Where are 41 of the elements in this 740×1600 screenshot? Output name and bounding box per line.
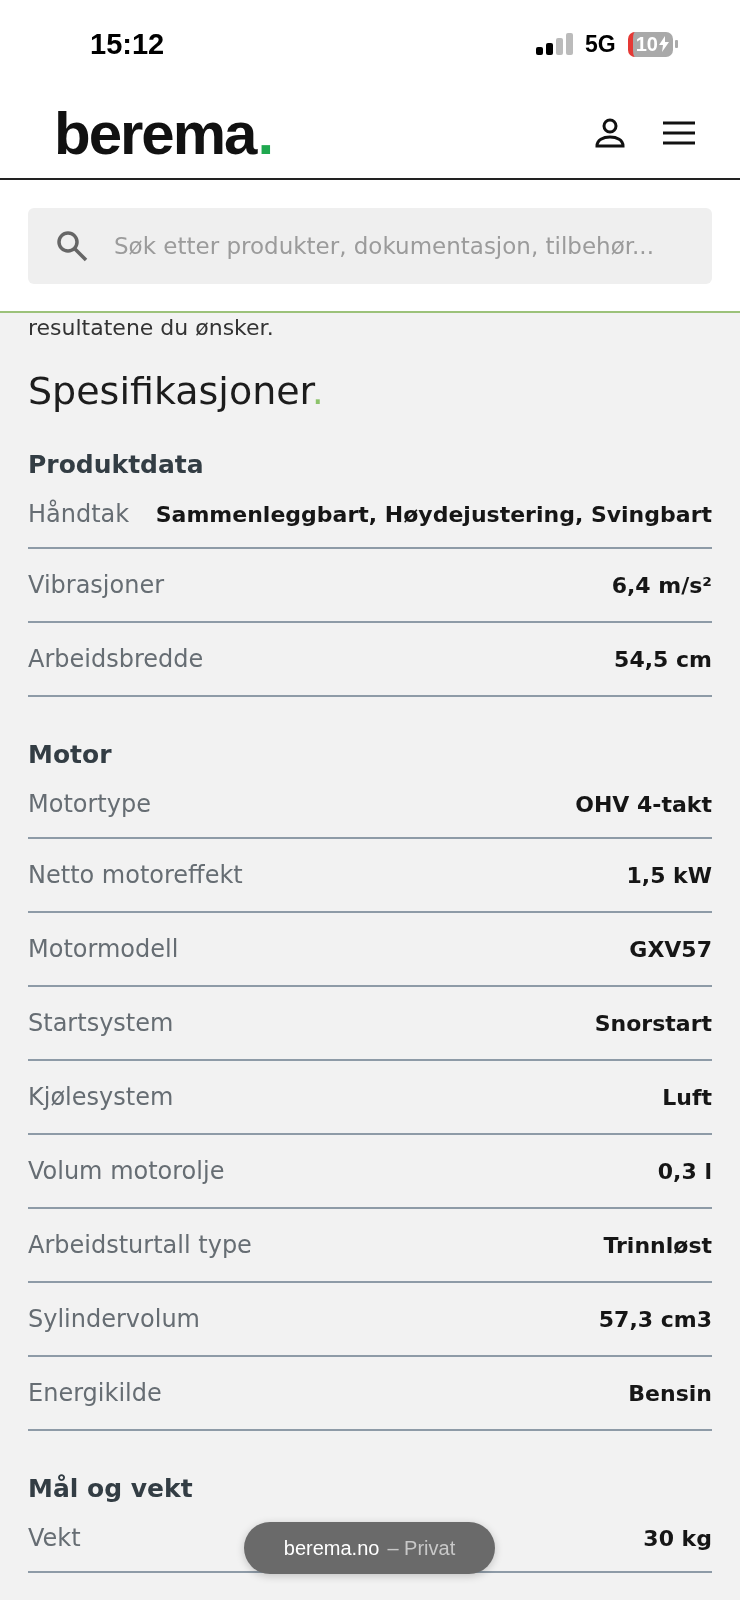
signal-icon [536,33,574,55]
spec-value: 0,3 l [657,1158,712,1184]
group-title: Mål og vekt [28,1473,194,1505]
search-icon [56,230,88,262]
battery-indicator: 10 [627,31,678,57]
menu-icon[interactable] [662,120,696,146]
spec-value: OHV 4-takt [575,791,712,817]
spec-label: Håndtak [28,500,130,528]
spec-value: 6,4 m/s² [611,572,712,598]
spec-value: Trinnløst [603,1232,712,1258]
spec-value: 1,5 kW [626,862,712,888]
spec-value: Luft [662,1084,712,1110]
spec-value: 54,5 cm [614,646,712,672]
spec-label: Vekt [28,1524,81,1552]
spec-label: Motormodell [28,935,179,963]
spec-label: Volum motorolje [28,1157,225,1185]
spec-value: Bensin [628,1380,712,1406]
spec-value: Snorstart [594,1010,712,1036]
spec-value: Sammenleggbart, Høydejustering, Svingbart [155,501,712,527]
account-icon[interactable] [594,117,626,149]
spec-label: Kjølesystem [28,1083,174,1111]
spec-label: Vibrasjoner [28,571,165,599]
search-field[interactable]: Søk etter produkter, dokumentasjon, tilbehør... [28,208,712,284]
spec-value: 57,3 cm3 [598,1306,712,1332]
spec-value: 30 kg [643,1525,712,1551]
spec-label: Motortype [28,790,151,818]
spec-value: GXV57 [629,936,712,962]
spec-label: Netto motoreffekt [28,861,243,889]
spec-label: Startsystem [28,1009,174,1037]
group-title: Produktdata [28,449,205,481]
group-title: Motor [28,739,113,771]
section-heading: Spesifikasjoner. [28,368,325,415]
paragraph-text: resultatene du ønsker. [28,315,275,341]
network-label: 5G [585,30,616,58]
spec-label: Energikilde [28,1379,162,1407]
status-time: 15:12 [90,27,165,61]
spec-label: Arbeidsturtall type [28,1231,252,1259]
spec-label: Arbeidsbredde [28,645,204,673]
browser-address-pill[interactable]: berema.no – Privat [244,1522,495,1574]
logo[interactable]: berema. [54,98,273,168]
spec-label: Sylindervolum [28,1305,200,1333]
